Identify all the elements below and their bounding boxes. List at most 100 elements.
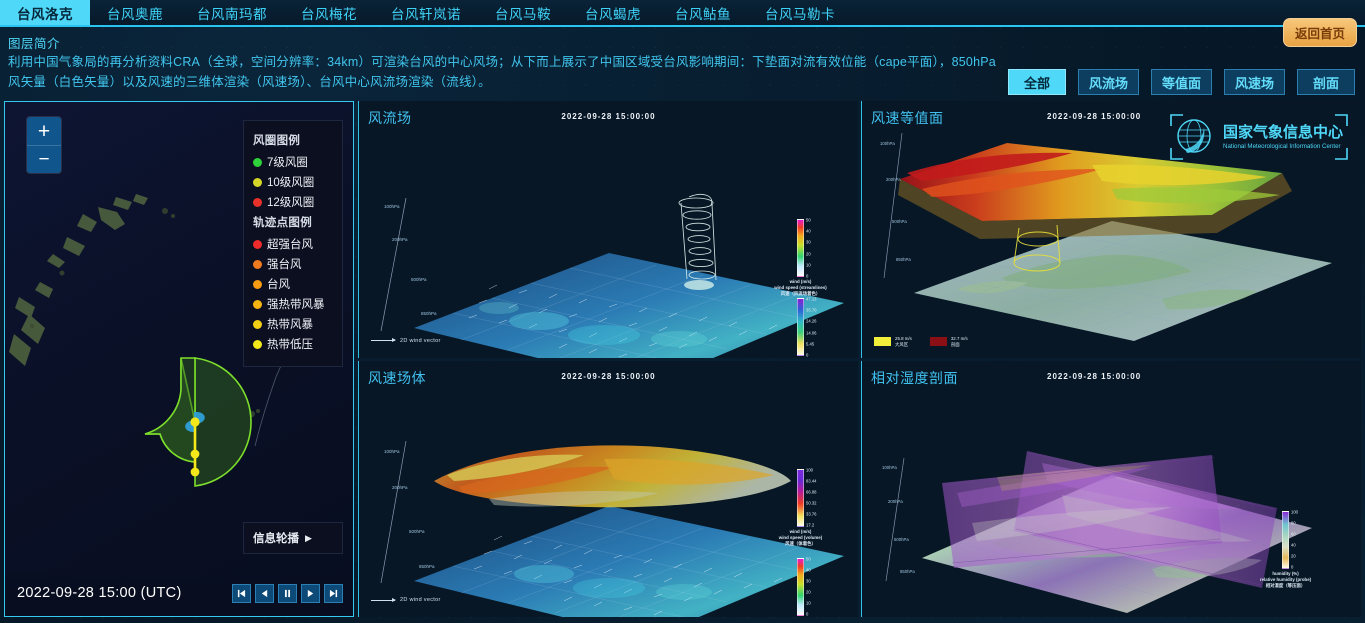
view-button-4[interactable]: 剖面 [1297,69,1355,95]
main-content: + − 风圈图例 7级风圈 10级风圈 12级风圈 轨迹点图例 超强台风 强台风 台风 强热带风… [0,98,1365,620]
legend-dot-icon [253,239,262,249]
map-legend-panel: 风圈图例 7级风圈 10级风圈 12级风圈 轨迹点图例 超强台风 强台风 台风 强热带风暴 热带风… [243,120,343,367]
legend-label: 12级风圈 [267,197,315,209]
wind-circle-graphic [144,357,252,487]
legend-row: 12级风圈 [253,194,333,210]
info-broadcast-button[interactable]: 信息轮播 ▶ [243,522,343,554]
view-button-3[interactable]: 风速场 [1223,69,1285,95]
legend-dot-icon [253,259,262,269]
view-button-0[interactable]: 全部 [1007,69,1066,95]
zoom-in-button[interactable]: + [27,117,61,145]
colorbar-temperature-isobaric: 47.13 35.70 24.26 14.06 5.45 0 T (°C) te… [797,297,816,357]
legend-dot-icon [253,177,262,187]
nmic-logo: 国家气象信息中心 National Meteorological Informa… [1170,114,1348,160]
logo-title-cn: 国家气象信息中心 [1223,123,1343,141]
info-broadcast-label: 信息轮播 [253,533,299,545]
legend-row: 台风 [253,276,333,292]
legend-row: 10级风圈 [253,174,333,190]
map-timestamp: 2022-09-28 15:00 (UTC) [17,585,182,601]
pause-button[interactable] [278,583,297,603]
colorbar-caption-cn: 相对湿度（等压面） [1265,582,1306,588]
return-home-button[interactable]: 返回首页 [1282,18,1357,47]
wind-vector-note: 2D wind vector [371,338,441,344]
colorbar-wind-speed-volume: 100 83.44 66.88 50.32 33.76 17.2 wind (m… [779,467,822,545]
panel-humidity-crosssection[interactable]: 相对湿度剖面 2022-09-28 15:00:00 100hPa 200hPa… [861,360,1361,618]
intro-title: 图层简介 [8,37,61,51]
wind-vector-note: 2D wind vector [371,597,441,603]
svg-text:100hPa: 100hPa [384,449,400,454]
tab-6[interactable]: 台风蝎虎 [568,0,658,25]
legend-label: 强热带风暴 [267,299,325,311]
scene-3d-volume: 100hPa 200hPa 500hPa 850hPa 100 83.44 66… [359,361,858,617]
svg-text:100hPa: 100hPa [882,465,897,470]
colorbar-gradient [797,219,804,277]
tab-4[interactable]: 台风轩岚诺 [374,0,478,25]
tab-7[interactable]: 台风鲇鱼 [658,0,748,25]
typhoon-tab-bar: 台风洛克 台风奥鹿 台风南玛都 台风梅花 台风轩岚诺 台风马鞍 台风蝎虎 台风鲇鱼 台风马勒卡 [0,0,1365,27]
tab-1[interactable]: 台风奥鹿 [90,0,180,25]
tick: 30 [806,578,811,584]
legend-label: 强台风 [267,259,302,271]
intro-description: 利用中国气象局的再分析资料CRA（全球，空间分辨率：34km）可渲染台风的中心风… [8,55,996,89]
visualization-grid: 风流场 2022-09-28 15:00:00 100hPa 200hPa 50… [358,101,1361,617]
tick: 20 [806,251,811,257]
tab-3[interactable]: 台风梅花 [284,0,374,25]
view-button-2[interactable]: 等值面 [1150,69,1212,95]
tick: 83.44 [806,478,817,484]
panel-timestamp: 2022-09-28 15:00:00 [1047,371,1142,381]
zoom-out-button[interactable]: − [27,145,61,173]
svg-text:850hPa: 850hPa [896,257,911,262]
legend-swatch [929,337,947,346]
tab-0[interactable]: 台风洛克 [0,0,90,25]
tick: 50 [806,217,811,223]
legend-text: 32.7 m/s 剖面 [951,336,968,348]
typhoon-track-map[interactable]: + − 风圈图例 7级风圈 10级风圈 12级风圈 轨迹点图例 超强台风 强台风 台风 强热带风… [4,101,354,617]
legend-dot-icon [253,339,262,349]
skip-start-button[interactable] [232,583,251,603]
tick: 0 [806,273,809,279]
tab-2[interactable]: 台风南玛都 [180,0,284,25]
legend-text: 25.8 m/s 大风区 [895,336,912,348]
tick: 20 [806,589,811,595]
map-zoom-controls[interactable]: + − [27,117,61,173]
tick: 50.32 [806,500,817,506]
tick: 20 [1291,553,1296,559]
panel-wind-volume[interactable]: 风速场体 2022-09-28 15:00:00 100hPa 200hPa 5… [358,360,858,617]
legend-dot-icon [253,197,262,207]
play-button[interactable] [301,583,320,603]
colorbar-caption: humidity (%) relative humidity (probe) 相… [1260,571,1311,589]
legend-item: 32.7 m/s 剖面 [929,336,968,348]
view-button-1[interactable]: 风流场 [1077,69,1139,95]
tick: 47.13 [806,296,817,302]
tick: 50 [806,556,811,562]
panel-wind-isosurface[interactable]: 风速等值面 2022-09-28 15:00:00 国家气象信息中心 Natio… [861,101,1361,358]
svg-text:850hPa: 850hPa [900,569,915,574]
svg-text:100hPa: 100hPa [880,141,895,146]
vector-note-label: 2D wind vector [400,597,441,603]
tick: 17.2 [806,522,815,528]
legend-dot-icon [253,279,262,289]
legend-label: 热带低压 [267,339,313,351]
legend-row: 热带低压 [253,336,333,352]
svg-text:100hPa: 100hPa [384,204,400,209]
legend-row: 热带风暴 [253,316,333,332]
isosurface-legend: 25.8 m/s 大风区 32.7 m/s 剖面 [874,336,968,348]
tick: 30 [806,239,811,245]
scene-3d-humidity: 100hPa 200hPa 500hPa 850hPa 100 80 60 40… [862,361,1361,618]
legend-row: 7级风圈 [253,154,333,170]
legend-label: 10级风圈 [267,177,315,189]
skip-end-button[interactable] [324,583,343,603]
colorbar-caption-cn: 风速（风流场着色） [780,291,821,296]
step-back-button[interactable] [255,583,274,603]
tab-8[interactable]: 台风马勒卡 [748,0,852,25]
legend-label: 7级风圈 [267,157,308,169]
legend-section-title: 风圈图例 [253,135,301,147]
legend-swatch [874,337,891,346]
colorbar-gradient [797,557,804,616]
panel-wind-streamfield[interactable]: 风流场 2022-09-28 15:00:00 100hPa 200hPa 50… [358,101,858,358]
vector-arrow-icon [371,597,396,602]
svg-text:200hPa: 200hPa [888,499,903,504]
tab-5[interactable]: 台风马鞍 [478,0,568,25]
tick: 33.76 [806,511,817,517]
legend-label: 热带风暴 [267,319,313,331]
